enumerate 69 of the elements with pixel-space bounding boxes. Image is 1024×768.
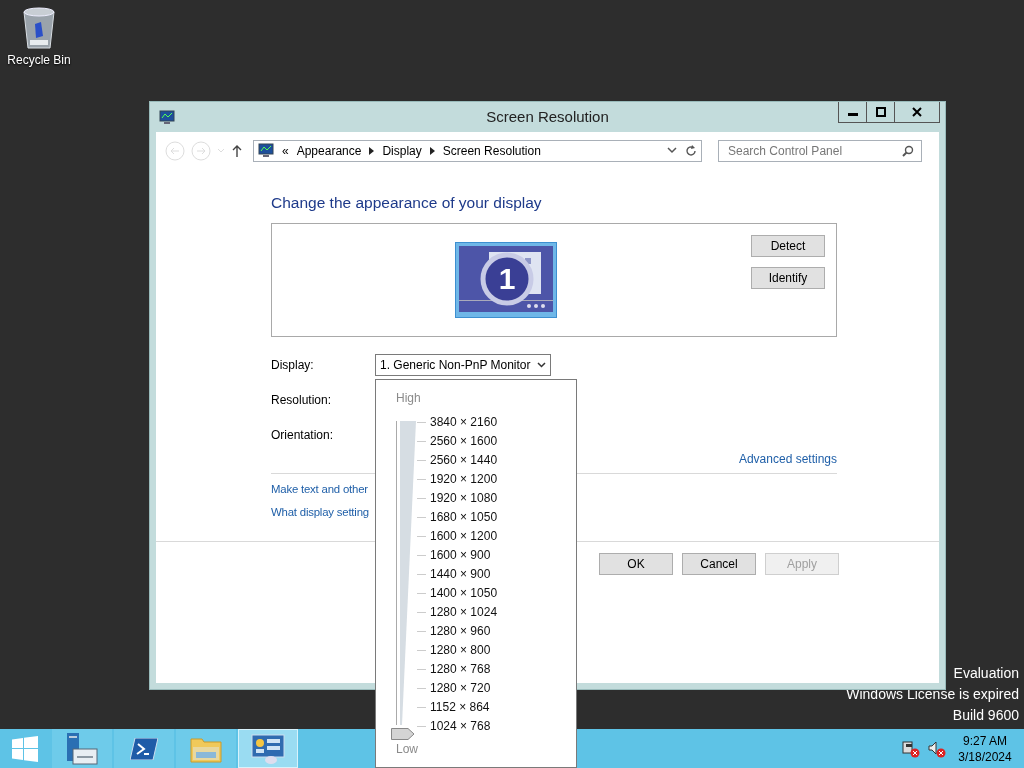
resolution-option[interactable]: 1152 × 864	[428, 698, 500, 717]
close-button[interactable]	[894, 102, 940, 123]
monitor-preview-icon[interactable]: 1	[455, 242, 557, 318]
windows-logo-icon	[12, 735, 38, 762]
breadcrumb-item[interactable]: Screen Resolution	[442, 143, 541, 158]
clock-date[interactable]: 3/18/2024	[958, 748, 1012, 765]
terminal-icon	[130, 737, 158, 760]
chevron-down-icon[interactable]	[536, 361, 546, 368]
resolution-option[interactable]: 3840 × 2160	[428, 413, 500, 432]
resolution-option[interactable]: 1280 × 720	[428, 679, 500, 698]
high-label: High	[396, 391, 421, 405]
resolution-option[interactable]: 1920 × 1080	[428, 489, 500, 508]
chevron-down-icon[interactable]	[667, 147, 677, 154]
display-dropdown[interactable]: 1. Generic Non-PnP Monitor	[375, 353, 551, 376]
watermark-text: Windows License is expired	[846, 685, 1019, 704]
watermark-text: Evaluation	[953, 664, 1019, 683]
field-label: Orientation:	[271, 427, 335, 442]
resolution-option[interactable]: 2560 × 1440	[428, 451, 500, 470]
page-heading: Change the appearance of your display	[271, 194, 543, 212]
taskbar-button[interactable]	[52, 729, 112, 768]
resolution-option[interactable]: 1680 × 1050	[428, 508, 500, 527]
resolution-option[interactable]: 1440 × 900	[428, 565, 500, 584]
control-panel-icon	[251, 733, 285, 764]
address-bar[interactable]: « Appearance Display Screen Resolution	[253, 139, 702, 162]
field-label: Display:	[271, 357, 315, 372]
minimize-button[interactable]	[838, 102, 867, 123]
taskbar-button[interactable]	[114, 729, 174, 768]
speaker-muted-icon[interactable]	[928, 739, 946, 758]
resolution-option[interactable]: 1400 × 1050	[428, 584, 500, 603]
clock-time[interactable]: 9:27 AM	[963, 732, 1007, 749]
low-label: Low	[396, 742, 418, 756]
up-arrow-icon[interactable]	[231, 143, 243, 158]
search-field[interactable]: Search Control Panel	[718, 139, 922, 162]
breadcrumb-item[interactable]: Display	[382, 143, 422, 158]
search-icon[interactable]	[902, 144, 914, 157]
desktop-icon-label: Recycle Bin	[7, 53, 71, 67]
resolution-option[interactable]: 1024 × 768	[428, 717, 500, 736]
monitor-icon	[258, 143, 274, 158]
breadcrumb-arrow-icon[interactable]	[369, 146, 375, 155]
network-error-icon[interactable]	[902, 739, 920, 758]
watermark-text: Build 9600	[952, 706, 1019, 725]
breadcrumb-arrow-icon[interactable]	[429, 146, 435, 155]
preview-button[interactable]: Detect	[751, 235, 825, 257]
resolution-option[interactable]: 1280 × 768	[428, 660, 500, 679]
help-link[interactable]: Make text and other	[271, 483, 368, 495]
monitor-icon	[159, 109, 175, 125]
window-title: Screen Resolution	[486, 108, 609, 125]
help-link[interactable]: What display setting	[271, 506, 369, 518]
slider-thumb[interactable]	[391, 728, 415, 740]
maximize-icon[interactable]	[875, 107, 886, 117]
dialog-button[interactable]: Cancel	[682, 553, 756, 575]
close-icon[interactable]	[912, 107, 922, 117]
dialog-button[interactable]: OK	[599, 553, 673, 575]
recycle-bin-icon[interactable]	[21, 6, 57, 50]
resolution-option[interactable]: 1280 × 800	[428, 641, 500, 660]
field-label: Resolution:	[271, 392, 333, 407]
resolution-option[interactable]: 1600 × 1200	[428, 527, 500, 546]
advanced-settings-link[interactable]: Advanced settings	[738, 452, 837, 466]
server-toolbox-icon	[65, 732, 99, 765]
taskbar-button[interactable]	[238, 729, 298, 768]
resolution-option[interactable]: 1920 × 1200	[428, 470, 500, 489]
breadcrumb-item[interactable]: Appearance	[296, 143, 362, 158]
preview-button[interactable]: Identify	[751, 267, 825, 289]
resolution-option[interactable]: 1600 × 900	[428, 546, 500, 565]
resolution-option[interactable]: 2560 × 1600	[428, 432, 500, 451]
breadcrumb-overflow[interactable]: «	[282, 143, 289, 158]
refresh-icon[interactable]	[685, 144, 697, 157]
resolution-option[interactable]: 1280 × 1024	[428, 603, 500, 622]
resolution-option[interactable]: 1280 × 960	[428, 622, 500, 641]
